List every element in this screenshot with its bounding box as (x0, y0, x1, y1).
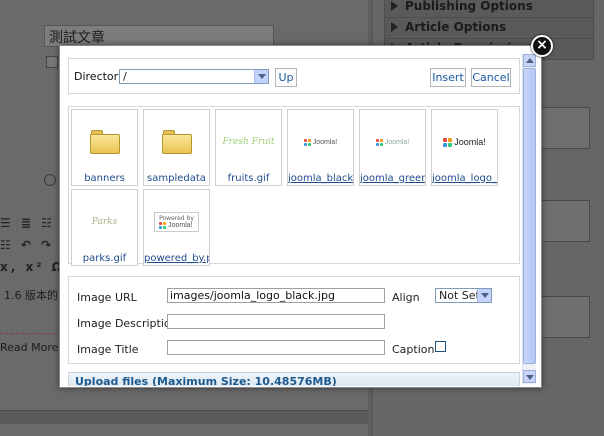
editor-body-text: 1.6 版本的 (4, 289, 58, 302)
joomla-logo-icon: Joomla! (375, 138, 409, 146)
upload-files-toggle[interactable]: Upload files (Maximum Size: 10.48576MB) (68, 372, 520, 386)
image-properties: Image URL images/joomla_logo_black.jpg A… (68, 276, 520, 364)
image-description-label: Image Description (77, 317, 178, 330)
file-name: fruits.gif (227, 173, 270, 184)
file-item-joomla-logo-black[interactable]: Joomla! joomla_logo_bl (431, 109, 498, 186)
file-item-joomla-black[interactable]: Joomla! joomla_black.g (287, 109, 354, 186)
file-item-fruits[interactable]: Fresh Fruit fruits.gif (215, 109, 282, 186)
align-select-value: Not Set (439, 289, 480, 302)
chevron-down-icon[interactable] (254, 70, 268, 83)
file-name: sampledata (147, 173, 206, 184)
cancel-button[interactable]: Cancel (471, 68, 511, 87)
caption-label: Caption (392, 343, 435, 356)
file-name: powered_by.p (144, 253, 209, 264)
modal-content: Directory / Up Insert Cancel banners sam… (68, 54, 520, 386)
directory-select[interactable]: / (119, 69, 269, 84)
insert-button[interactable]: Insert (430, 68, 466, 87)
align-select[interactable]: Not Set (435, 288, 492, 303)
editor-toolbar-row-1[interactable]: ☰ ≣ ☷ (0, 216, 60, 236)
powered-by-thumbnail: Powered by Joomla! (154, 212, 199, 232)
folder-icon (89, 130, 120, 154)
image-insert-modal: Directory / Up Insert Cancel banners sam… (59, 45, 542, 388)
close-icon[interactable]: × (531, 35, 553, 57)
directory-label: Directory (74, 70, 125, 83)
folder-icon (161, 130, 192, 154)
image-url-label: Image URL (77, 291, 137, 304)
readmore-marker: Read More (0, 341, 59, 354)
file-name: joomla_logo_bl (432, 173, 497, 184)
panel-article-options[interactable]: Article Options (384, 17, 594, 39)
panel-publishing-options[interactable]: Publishing Options (384, 0, 594, 18)
alias-field[interactable] (46, 56, 58, 68)
file-browser: banners sampledata Fresh Fruit fruits.gi… (68, 106, 520, 266)
expand-arrow-icon (391, 1, 398, 11)
align-label: Align (392, 291, 420, 304)
image-url-input[interactable]: images/joomla_logo_black.jpg (167, 288, 385, 303)
image-description-input[interactable] (167, 314, 385, 329)
file-item-sampledata[interactable]: sampledata (143, 109, 210, 186)
directory-select-value: / (123, 70, 127, 83)
editor-status-bar (0, 410, 368, 424)
readmore-divider (0, 333, 60, 334)
modal-scrollbar[interactable] (522, 54, 536, 384)
article-title-input[interactable]: 測試文章 (44, 25, 274, 47)
image-title-input[interactable] (167, 340, 385, 355)
file-item-parks[interactable]: Parks parks.gif (71, 189, 138, 266)
file-name: parks.gif (82, 253, 127, 264)
joomla-logo-icon: Joomla! (303, 138, 337, 146)
file-item-banners[interactable]: banners (71, 109, 138, 186)
scroll-up-icon[interactable] (523, 54, 536, 67)
chevron-down-icon[interactable] (477, 289, 491, 302)
scroll-thumb[interactable] (523, 68, 536, 364)
file-item-joomla-green[interactable]: Joomla! joomla_green.g (359, 109, 426, 186)
caption-checkbox[interactable] (435, 341, 446, 352)
parks-thumbnail: Parks (91, 217, 118, 227)
up-button[interactable]: Up (275, 68, 297, 87)
image-title-label: Image Title (77, 343, 139, 356)
directory-bar: Directory / Up Insert Cancel (68, 58, 520, 94)
joomla-logo-icon: Joomla! (443, 137, 486, 147)
expand-arrow-icon (391, 22, 398, 32)
file-name: banners (84, 173, 125, 184)
file-item-powered-by[interactable]: Powered by Joomla! powered_by.p (143, 189, 210, 266)
editor-toolbar-row-2[interactable]: ☷ ↶ ↷ (0, 238, 60, 258)
fruits-thumbnail: Fresh Fruit (222, 137, 275, 147)
scroll-down-icon[interactable] (523, 370, 536, 383)
joomla-logo-icon: Joomla! (159, 222, 194, 229)
editor-toolbar-row-3[interactable]: x, x² Ω (0, 260, 62, 280)
file-name: joomla_green.g (360, 173, 425, 184)
state-radio[interactable] (44, 174, 56, 186)
file-name: joomla_black.g (288, 173, 353, 184)
